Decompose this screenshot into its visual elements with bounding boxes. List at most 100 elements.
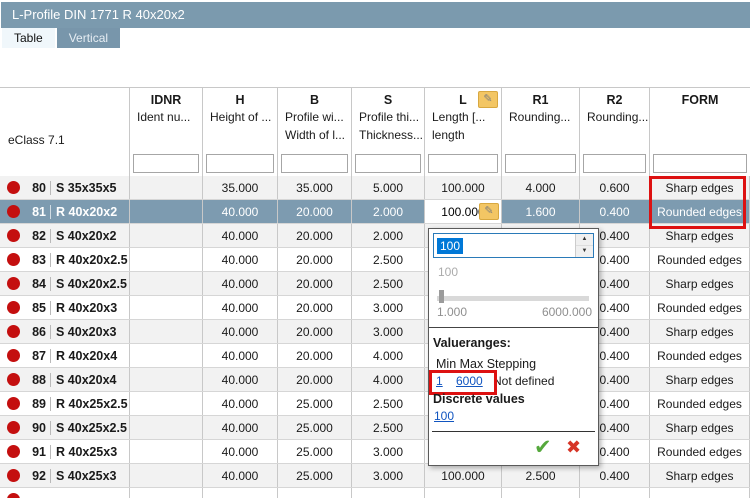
filter-input-s[interactable] xyxy=(355,154,421,173)
cell-h[interactable]: 35.000 xyxy=(203,176,278,199)
column-header-form[interactable]: FORM xyxy=(650,88,750,176)
row-name-cell[interactable]: 85 R 40x20x3 xyxy=(0,296,130,319)
cell-s[interactable]: 3.000 xyxy=(352,296,425,319)
filter-input-form[interactable] xyxy=(653,154,747,173)
cell-form[interactable] xyxy=(650,488,750,498)
cell-idnr[interactable] xyxy=(130,416,203,439)
tab-vertical[interactable]: Vertical xyxy=(56,28,121,48)
table-row[interactable]: 89 R 40x25x2.5 40.000 25.000 2.500 0.400 Round… xyxy=(0,392,750,416)
cell-b[interactable]: 20.000 xyxy=(278,320,352,343)
cell-form[interactable]: Sharp edges xyxy=(650,464,750,487)
cell-h[interactable]: 40.000 xyxy=(203,368,278,391)
cell-h[interactable]: 40.000 xyxy=(203,440,278,463)
column-header-l[interactable]: L ✎ Length [... length xyxy=(425,88,502,176)
cell-s[interactable]: 5.000 xyxy=(352,176,425,199)
row-name-cell[interactable]: 82 S 40x20x2 xyxy=(0,224,130,247)
cell-form[interactable]: Rounded edges xyxy=(650,344,750,367)
cell-b[interactable]: 25.000 xyxy=(278,464,352,487)
cell-s[interactable]: 3.000 xyxy=(352,440,425,463)
cell-s[interactable]: 2.000 xyxy=(352,200,425,223)
row-name-cell[interactable]: 91 R 40x25x3 xyxy=(0,440,130,463)
cell-r2[interactable]: 0.600 xyxy=(580,176,650,199)
cell-b[interactable]: 20.000 xyxy=(278,344,352,367)
edit-pencil-icon[interactable]: ✎ xyxy=(479,203,499,220)
cell-idnr[interactable] xyxy=(130,272,203,295)
value-spinbox[interactable]: 100 ▲ ▼ xyxy=(433,233,594,258)
cell-h[interactable]: 40.000 xyxy=(203,224,278,247)
cell-r2[interactable] xyxy=(580,488,650,498)
row-name-cell[interactable]: 81 R 40x20x2 xyxy=(0,200,130,223)
spin-down-icon[interactable]: ▼ xyxy=(576,246,593,257)
value-input[interactable]: 100 xyxy=(434,234,575,257)
cell-s[interactable]: 3.000 xyxy=(352,320,425,343)
filter-input-idnr[interactable] xyxy=(133,154,199,173)
cell-idnr[interactable] xyxy=(130,248,203,271)
column-header-s[interactable]: S Profile thi... Thickness... xyxy=(352,88,425,176)
cell-b[interactable] xyxy=(278,488,352,498)
cell-form[interactable]: Sharp edges xyxy=(650,320,750,343)
table-row[interactable]: 82 S 40x20x2 40.000 20.000 2.000 0.400 Sharp e… xyxy=(0,224,750,248)
cell-idnr[interactable] xyxy=(130,392,203,415)
cell-form[interactable]: Rounded edges xyxy=(650,392,750,415)
cell-idnr[interactable] xyxy=(130,488,203,498)
edit-pencil-icon[interactable]: ✎ xyxy=(478,91,498,108)
column-header-r1[interactable]: R1 Rounding... xyxy=(502,88,580,176)
cell-idnr[interactable] xyxy=(130,464,203,487)
cell-r1[interactable]: 1.600 xyxy=(502,200,580,223)
cell-l[interactable] xyxy=(425,488,502,498)
cell-h[interactable]: 40.000 xyxy=(203,392,278,415)
cell-b[interactable]: 25.000 xyxy=(278,440,352,463)
cell-h[interactable]: 40.000 xyxy=(203,272,278,295)
table-row[interactable]: 91 R 40x25x3 40.000 25.000 3.000 0.400 Rounded… xyxy=(0,440,750,464)
cell-h[interactable]: 40.000 xyxy=(203,200,278,223)
confirm-button[interactable]: ✔ xyxy=(534,435,552,460)
cell-idnr[interactable] xyxy=(130,224,203,247)
table-row[interactable]: 88 S 40x20x4 40.000 20.000 4.000 0.400 Sharp e… xyxy=(0,368,750,392)
filter-input-b[interactable] xyxy=(281,154,348,173)
filter-input-h[interactable] xyxy=(206,154,274,173)
cell-s[interactable] xyxy=(352,488,425,498)
cell-b[interactable]: 20.000 xyxy=(278,248,352,271)
cell-form[interactable]: Sharp edges xyxy=(650,176,750,199)
cell-l[interactable]: 100.000 ✎ xyxy=(425,200,502,223)
cell-idnr[interactable] xyxy=(130,320,203,343)
cell-s[interactable]: 2.500 xyxy=(352,416,425,439)
cell-form[interactable]: Sharp edges xyxy=(650,416,750,439)
cell-b[interactable]: 20.000 xyxy=(278,224,352,247)
table-row[interactable]: 84 S 40x20x2.5 40.000 20.000 2.500 0.400 Sharp… xyxy=(0,272,750,296)
spin-up-icon[interactable]: ▲ xyxy=(576,234,593,246)
cell-s[interactable]: 4.000 xyxy=(352,368,425,391)
slider-thumb[interactable] xyxy=(439,290,444,303)
filter-input-r2[interactable] xyxy=(583,154,646,173)
row-name-cell[interactable]: 88 S 40x20x4 xyxy=(0,368,130,391)
cell-s[interactable]: 2.500 xyxy=(352,392,425,415)
cell-form[interactable]: Sharp edges xyxy=(650,272,750,295)
row-name-cell[interactable]: 84 S 40x20x2.5 xyxy=(0,272,130,295)
cell-form[interactable]: Rounded edges xyxy=(650,296,750,319)
row-name-cell[interactable]: 86 S 40x20x3 xyxy=(0,320,130,343)
cell-h[interactable]: 40.000 xyxy=(203,320,278,343)
cell-form[interactable]: Rounded edges xyxy=(650,200,750,223)
table-row[interactable]: 87 R 40x20x4 40.000 20.000 4.000 0.400 Rounded… xyxy=(0,344,750,368)
cell-h[interactable] xyxy=(203,488,278,498)
cell-idnr[interactable] xyxy=(130,296,203,319)
table-row[interactable]: 83 R 40x20x2.5 40.000 20.000 2.500 0.400 Round… xyxy=(0,248,750,272)
row-name-cell[interactable]: 90 S 40x25x2.5 xyxy=(0,416,130,439)
cancel-button[interactable]: ✖ xyxy=(566,437,581,458)
cell-b[interactable]: 20.000 xyxy=(278,296,352,319)
cell-form[interactable]: Rounded edges xyxy=(650,248,750,271)
cell-s[interactable]: 4.000 xyxy=(352,344,425,367)
cell-l[interactable]: 100.000 xyxy=(425,176,502,199)
table-row[interactable]: 92 S 40x25x3 40.000 25.000 3.000 100.000 2.500… xyxy=(0,464,750,488)
row-name-cell[interactable]: 80 S 35x35x5 xyxy=(0,176,130,199)
cell-form[interactable]: Sharp edges xyxy=(650,368,750,391)
cell-s[interactable]: 2.500 xyxy=(352,272,425,295)
column-header-idnr[interactable]: IDNR Ident nu... xyxy=(130,88,203,176)
table-row[interactable]: 81 R 40x20x2 40.000 20.000 2.000 100.000 ✎ 1.60… xyxy=(0,200,750,224)
cell-form[interactable]: Rounded edges xyxy=(650,440,750,463)
cell-b[interactable]: 20.000 xyxy=(278,200,352,223)
cell-h[interactable]: 40.000 xyxy=(203,296,278,319)
cell-r2[interactable]: 0.400 xyxy=(580,200,650,223)
filter-input-r1[interactable] xyxy=(505,154,576,173)
value-slider[interactable] xyxy=(437,296,589,301)
